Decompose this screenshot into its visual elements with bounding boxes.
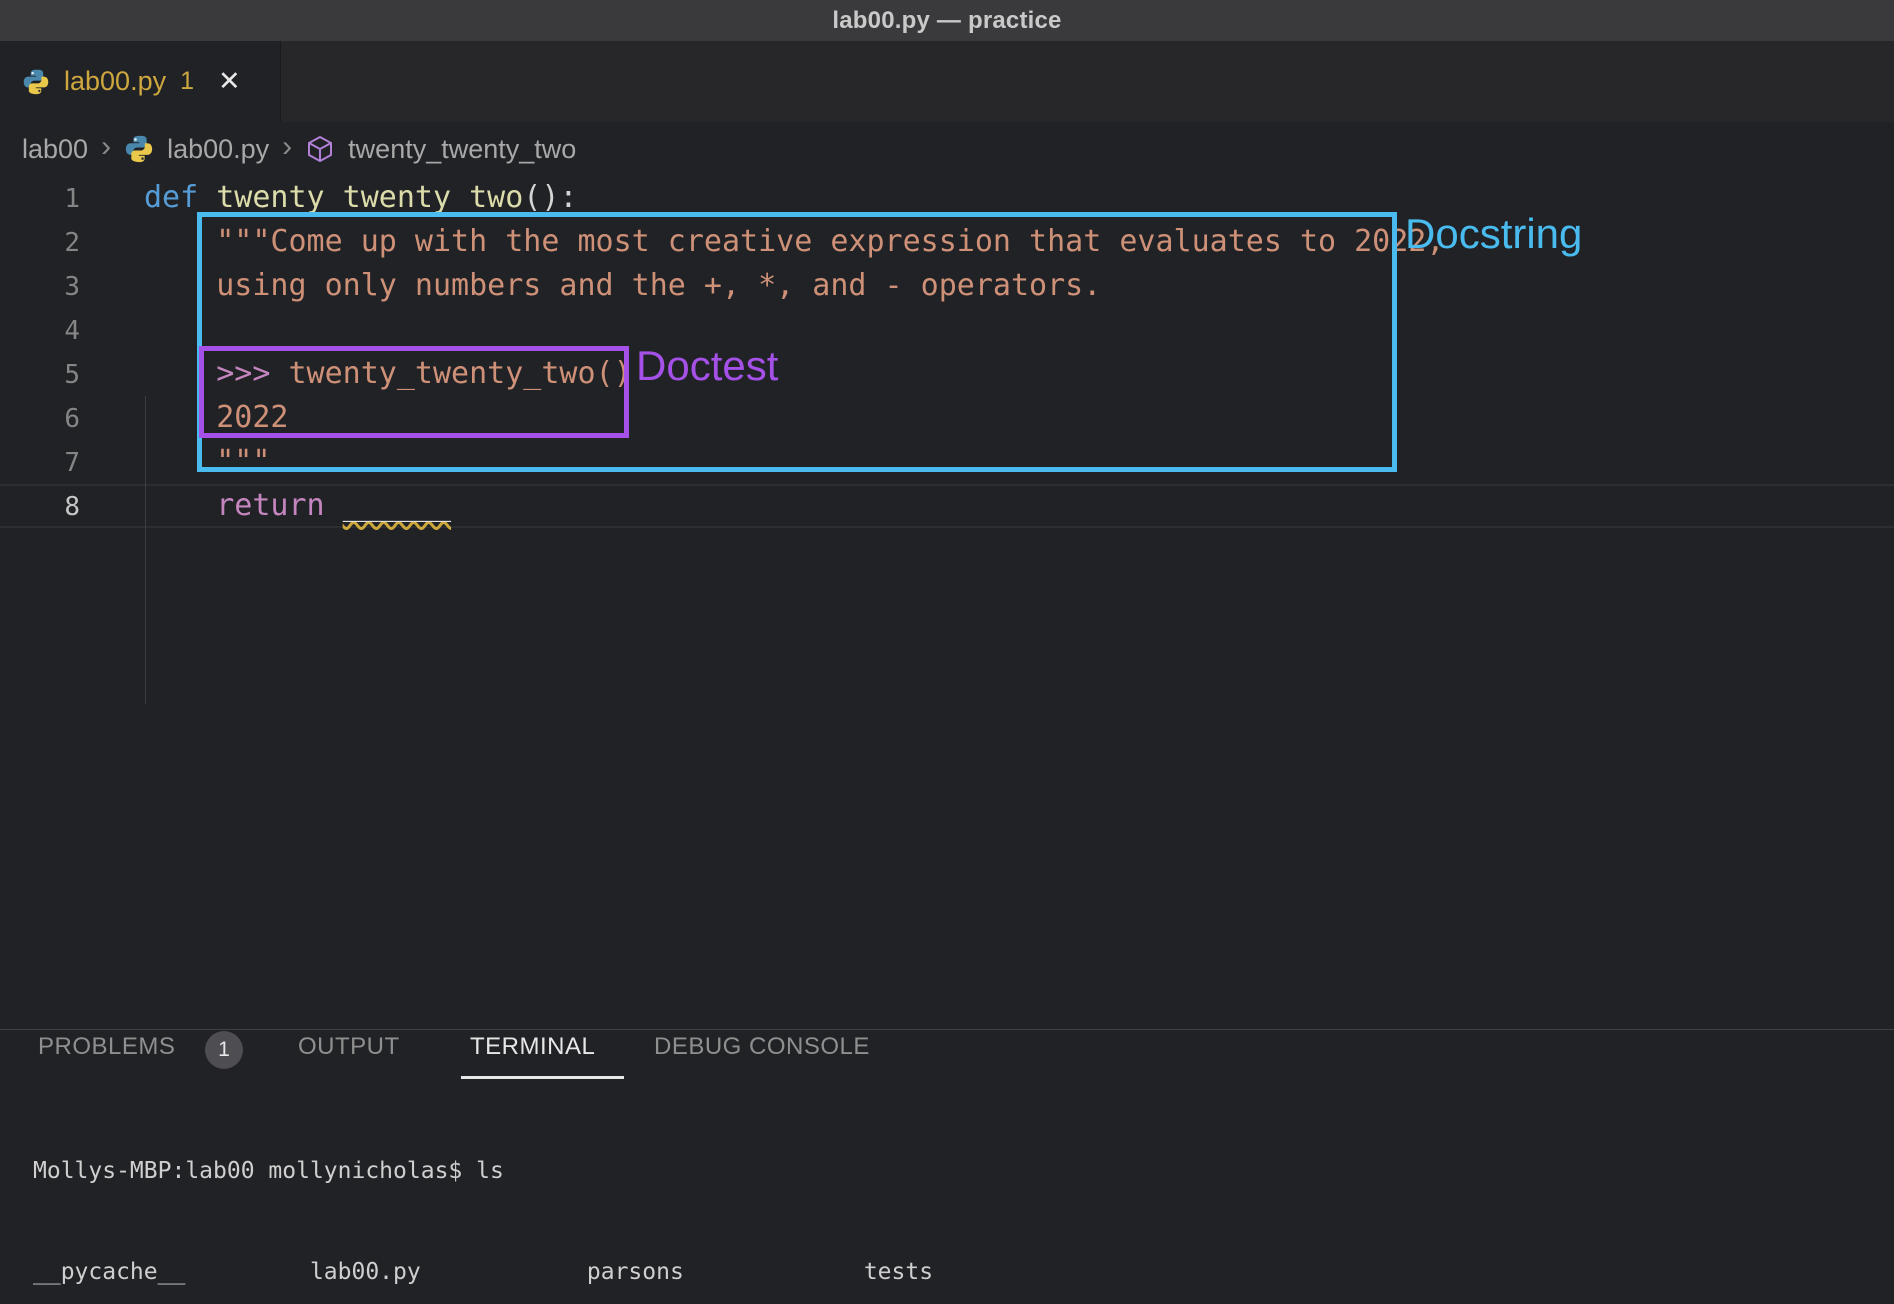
code-token: """ <box>144 444 270 479</box>
code-text: """Come up with the most creative expres… <box>144 220 1444 264</box>
terminal-output[interactable]: Mollys-MBP:lab00 mollynicholas$ ls __pyc… <box>33 1088 1633 1304</box>
code-text: """ <box>144 440 270 484</box>
code-line[interactable]: 6 2022 <box>0 396 1894 440</box>
panel-tab-debug-console[interactable]: DEBUG CONSOLE <box>654 1033 870 1061</box>
vscode-window: lab00.py — practice lab00.py 1 ✕ lab00 ›… <box>0 0 1894 1304</box>
breadcrumb-item-file[interactable]: lab00.py <box>167 134 269 165</box>
code-line[interactable]: 3 using only numbers and the +, *, and -… <box>0 264 1894 308</box>
code-token: twenty_twenty_two() <box>270 356 631 391</box>
editor-tab-lab00[interactable]: lab00.py 1 ✕ <box>0 41 281 122</box>
code-text: using only numbers and the +, *, and - o… <box>144 264 1101 308</box>
line-number: 8 <box>0 485 80 529</box>
code-token: """Come up with the most creative expres… <box>144 224 1444 259</box>
line-number: 2 <box>0 221 80 265</box>
breadcrumb: lab00 › lab00.py › twenty_twenty_two <box>0 122 1894 176</box>
line-number: 3 <box>0 265 80 309</box>
code-token: >>> <box>216 356 270 391</box>
code-token: twenty_twenty_two <box>216 180 523 215</box>
code-text: return ______ <box>144 484 451 528</box>
symbol-method-icon <box>305 134 335 164</box>
terminal-active-underline <box>461 1076 624 1079</box>
panel-tab-problems[interactable]: PROBLEMS <box>38 1033 175 1061</box>
code-token: return <box>216 488 324 523</box>
code-token: ______ <box>343 488 451 523</box>
editor-tab-strip: lab00.py 1 ✕ <box>0 41 1894 122</box>
code-token <box>144 488 216 523</box>
problems-count-badge: 1 <box>205 1031 243 1069</box>
chevron-right-icon: › <box>101 132 111 162</box>
code-line[interactable]: 5 >>> twenty_twenty_two() <box>0 352 1894 396</box>
code-line[interactable]: 7 """ <box>0 440 1894 484</box>
code-token <box>198 180 216 215</box>
code-text: def twenty_twenty_two(): <box>144 176 577 220</box>
line-number: 4 <box>0 309 80 353</box>
terminal-line: __pycache__ lab00.py parsons tests <box>33 1256 1633 1290</box>
code-token: using only numbers and the +, *, and - o… <box>144 268 1101 303</box>
python-icon <box>22 68 50 96</box>
code-editor[interactable]: 1def twenty_twenty_two():2 """Come up wi… <box>0 176 1894 1029</box>
code-rows: 1def twenty_twenty_two():2 """Come up wi… <box>0 176 1894 528</box>
code-token: 2022 <box>144 400 289 435</box>
terminal-line: Mollys-MBP:lab00 mollynicholas$ ls <box>33 1155 1633 1189</box>
code-token <box>325 488 343 523</box>
doctest-annotation-label: Doctest <box>636 342 778 390</box>
line-number: 1 <box>0 177 80 221</box>
line-number: 5 <box>0 353 80 397</box>
code-token: def <box>144 180 198 215</box>
docstring-annotation-label: Docstring <box>1405 210 1582 258</box>
panel-divider <box>0 1029 1894 1030</box>
code-line[interactable]: 4 <box>0 308 1894 352</box>
code-token <box>144 356 216 391</box>
tab-filename: lab00.py <box>64 66 166 97</box>
code-text: >>> twenty_twenty_two() <box>144 352 632 396</box>
panel-tab-terminal[interactable]: TERMINAL <box>470 1033 595 1061</box>
code-line[interactable]: 2 """Come up with the most creative expr… <box>0 220 1894 264</box>
chevron-right-icon: › <box>282 132 292 162</box>
code-text: 2022 <box>144 396 289 440</box>
line-number: 7 <box>0 441 80 485</box>
indent-guide <box>145 396 146 704</box>
window-titlebar: lab00.py — practice <box>0 0 1894 41</box>
close-icon[interactable]: ✕ <box>218 68 241 95</box>
line-number: 6 <box>0 397 80 441</box>
python-icon <box>124 134 154 164</box>
panel-tab-output[interactable]: OUTPUT <box>298 1033 400 1061</box>
breadcrumb-item-folder[interactable]: lab00 <box>22 134 88 165</box>
code-line[interactable]: 8 return ______ <box>0 484 1894 528</box>
window-title: lab00.py — practice <box>832 7 1061 35</box>
breadcrumb-item-symbol[interactable]: twenty_twenty_two <box>348 134 576 165</box>
tab-problem-count-badge: 1 <box>180 67 194 96</box>
code-line[interactable]: 1 def twenty_twenty_two(): <box>0 176 1894 220</box>
code-token: (): <box>523 180 577 215</box>
